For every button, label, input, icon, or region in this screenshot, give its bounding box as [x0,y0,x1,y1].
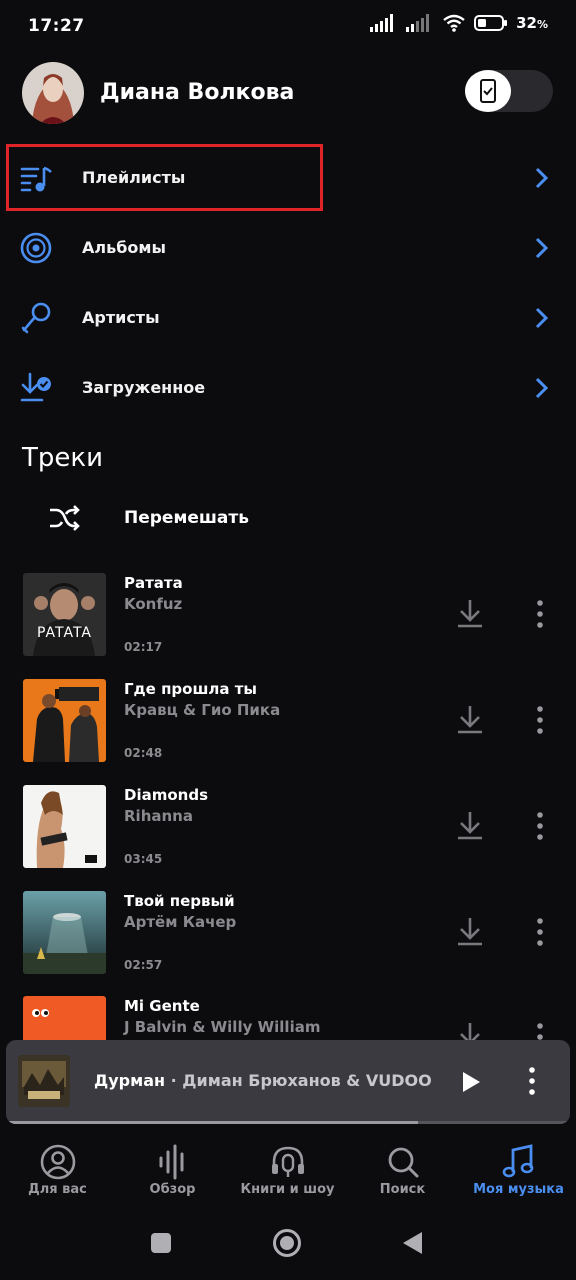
now-playing-artist: Диман Брюханов & VUDOO [182,1071,432,1090]
track-row[interactable]: Diamonds Rihanna 03:45 [0,785,576,885]
menu-item-label: Артисты [82,308,160,327]
now-playing-text: Дурман · Диман Брюханов & VUDOO [94,1071,432,1090]
status-icons: 32% [370,14,548,32]
menu-item-albums[interactable]: Альбомы [0,214,576,284]
chevron-right-icon [535,307,549,329]
signal-icon [370,14,394,32]
waveform-icon [159,1144,183,1180]
track-artist: Артём Качер [124,913,237,931]
download-icon[interactable] [456,703,484,735]
now-playing-title: Дурман [94,1071,166,1090]
track-cover [23,785,106,868]
battery-percent: 32% [516,14,548,32]
download-icon[interactable] [456,809,484,841]
chevron-right-icon [535,167,549,189]
headphones-mic-icon [271,1146,304,1177]
user-circle-icon [40,1144,75,1180]
more-vertical-icon[interactable] [524,1066,540,1096]
music-note-icon [502,1144,533,1178]
nav-for-you[interactable]: Для вас [0,1132,115,1212]
chevron-right-icon [535,377,549,399]
more-vertical-icon[interactable] [532,917,548,947]
menu-item-label: Альбомы [82,238,166,257]
more-vertical-icon[interactable] [532,705,548,735]
tracks-section-title: Треки [22,443,103,473]
search-icon [388,1147,418,1178]
wifi-icon [443,14,465,32]
track-artist: Konfuz [124,595,183,613]
offline-mode-toggle[interactable] [465,70,553,112]
track-cover: PATATA [23,573,106,656]
track-cover [23,679,106,762]
track-duration: 03:45 [124,852,163,866]
nav-label: Моя музыка [473,1182,564,1197]
track-row[interactable]: PATATA Ратата Konfuz 02:17 [0,573,576,673]
album-icon [20,232,52,264]
track-artist: Кравц & Гио Пика [124,701,281,719]
track-duration: 02:57 [124,958,163,972]
track-title: Diamonds [124,786,208,804]
track-title: Mi Gente [124,997,200,1015]
track-duration: 02:48 [124,746,163,760]
track-row[interactable]: Твой первый Артём Качер 02:57 [0,891,576,991]
nav-label: Для вас [28,1182,87,1197]
now-playing-separator: · [165,1071,183,1090]
bottom-nav: Для вас Обзор Книги и шоу Поиск Моя музы… [0,1132,576,1212]
back-icon[interactable] [400,1230,424,1256]
downloaded-icon [20,372,51,402]
nav-label: Поиск [379,1182,426,1197]
track-duration: 02:17 [124,640,163,654]
signal-2-icon [406,14,430,32]
home-icon[interactable] [272,1228,302,1258]
shuffle-label: Перемешать [124,508,250,528]
toggle-knob [465,70,511,112]
microphone-icon [21,302,51,334]
track-artist: J Balvin & Willy William [124,1018,321,1036]
track-cover [23,891,106,974]
play-icon[interactable] [460,1070,482,1094]
battery-icon [474,15,508,31]
nav-search[interactable]: Поиск [345,1132,460,1212]
shuffle-icon [50,505,80,531]
nav-label: Книги и шоу [240,1182,335,1197]
nav-browse[interactable]: Обзор [115,1132,230,1212]
nav-books-shows[interactable]: Книги и шоу [230,1132,345,1212]
nav-label: Обзор [149,1182,196,1197]
phone-check-icon [480,79,496,103]
now-playing-cover [18,1055,70,1107]
avatar[interactable] [22,62,84,124]
shuffle-button[interactable]: Перемешать [0,492,576,546]
download-icon[interactable] [456,597,484,629]
more-vertical-icon[interactable] [532,811,548,841]
playback-progress-bar[interactable] [6,1121,570,1124]
system-nav-bar [0,1212,576,1280]
download-icon[interactable] [456,915,484,947]
selection-highlight [6,144,323,211]
track-artist: Rihanna [124,807,193,825]
recents-icon[interactable] [150,1232,172,1254]
my-music-screen: 17:27 32% Диана Волкова Плейлисты Альбом… [0,0,576,1280]
chevron-right-icon [535,237,549,259]
track-title: Твой первый [124,892,235,910]
track-title: Ратата [124,574,183,592]
user-name: Диана Волкова [100,80,295,105]
menu-item-artists[interactable]: Артисты [0,284,576,354]
status-bar: 17:27 32% [0,0,576,52]
cover-text: PATATA [36,625,93,641]
mini-player[interactable]: Дурман · Диман Брюханов & VUDOO [6,1040,570,1124]
playback-progress-fill [6,1121,418,1124]
menu-item-label: Загруженное [82,378,206,397]
status-time: 17:27 [28,16,85,36]
more-vertical-icon[interactable] [532,599,548,629]
track-title: Где прошла ты [124,680,257,698]
track-row[interactable]: Где прошла ты Кравц & Гио Пика 02:48 [0,679,576,779]
menu-item-downloaded[interactable]: Загруженное [0,354,576,424]
nav-my-music[interactable]: Моя музыка [461,1132,576,1212]
